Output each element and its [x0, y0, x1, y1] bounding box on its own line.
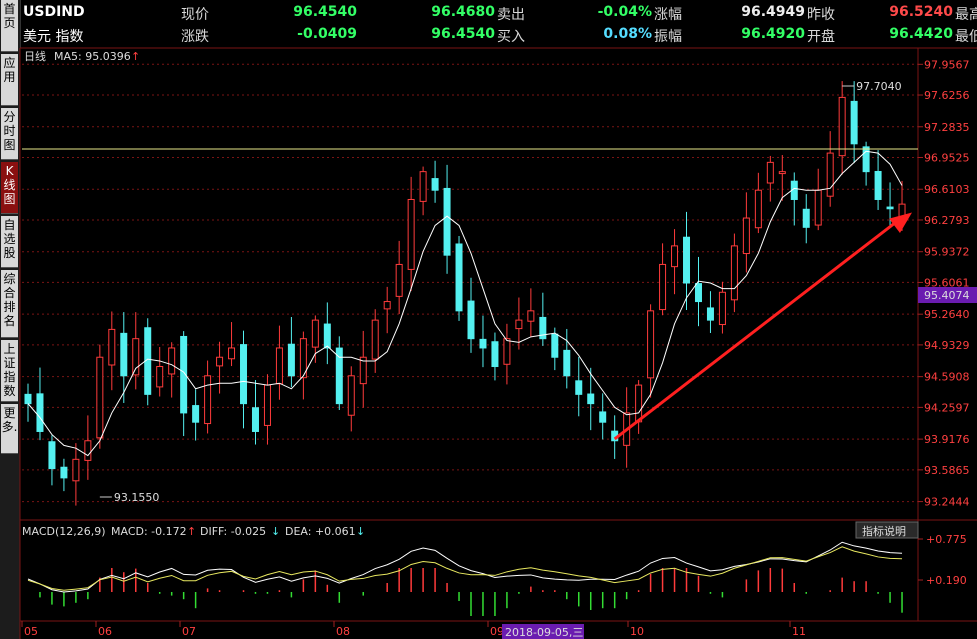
price-tick-0: 97.9567: [924, 58, 970, 71]
price-tick-1: 97.6256: [924, 89, 970, 102]
low-marker: 93.1550: [114, 491, 159, 504]
time-label-4: 09: [490, 625, 504, 638]
macd-arrow: ↑: [187, 525, 196, 538]
price-tick-6: 95.9372: [924, 246, 970, 259]
candle[interactable]: [455, 236, 463, 321]
dea-arrow: ↓: [356, 525, 365, 538]
time-label-5: 10: [630, 625, 644, 638]
time-label-0: 05: [24, 625, 38, 638]
price-tick-13: 93.5865: [924, 464, 970, 477]
current-price-tag-text: 95.4074: [924, 289, 970, 302]
price-tick-3: 96.9525: [924, 151, 970, 164]
diff-arrow: ↓: [271, 525, 280, 538]
price-tick-4: 96.6103: [924, 183, 970, 196]
kline-chart[interactable]: 97.704093.1550日线 MA5: 95.0396 ↑95.4074 MAC…: [0, 0, 977, 639]
price-tick-8: 95.2640: [924, 308, 970, 321]
high-marker: 97.7040: [856, 80, 902, 93]
macd-title: MACD(12,26,9): [22, 525, 106, 538]
ma5-label: MA5: 95.0396: [54, 50, 131, 63]
price-tick-14: 93.2444: [924, 496, 970, 509]
price-tick-10: 94.5908: [924, 371, 970, 384]
price-tick-7: 95.6061: [924, 276, 970, 289]
candle[interactable]: [96, 344, 104, 449]
time-label-6: 11: [792, 625, 806, 638]
dea-value: DEA: +0.061: [285, 525, 356, 538]
price-tick-2: 97.2835: [924, 121, 970, 134]
price-tick-5: 96.2793: [924, 214, 970, 227]
macd-tick-0: +0.775: [926, 533, 967, 546]
time-label-1: 06: [98, 625, 112, 638]
indicator-help-button-label: 指标说明: [862, 524, 906, 538]
period-label: 日线: [24, 49, 46, 63]
candle[interactable]: [144, 318, 152, 406]
price-tick-12: 93.9176: [924, 433, 970, 446]
macd-tick-1: +0.190: [926, 574, 967, 587]
diff-value: DIFF: -0.025: [200, 525, 266, 538]
time-label-3: 08: [336, 625, 350, 638]
time-label-2: 07: [182, 625, 196, 638]
price-tick-11: 94.2597: [924, 401, 970, 414]
price-tick-9: 94.9329: [924, 339, 970, 352]
time-cursor-label: 2018-09-05,三: [505, 626, 583, 639]
macd-value: MACD: -0.172: [111, 525, 187, 538]
ma5-arrow: ↑: [131, 50, 140, 63]
